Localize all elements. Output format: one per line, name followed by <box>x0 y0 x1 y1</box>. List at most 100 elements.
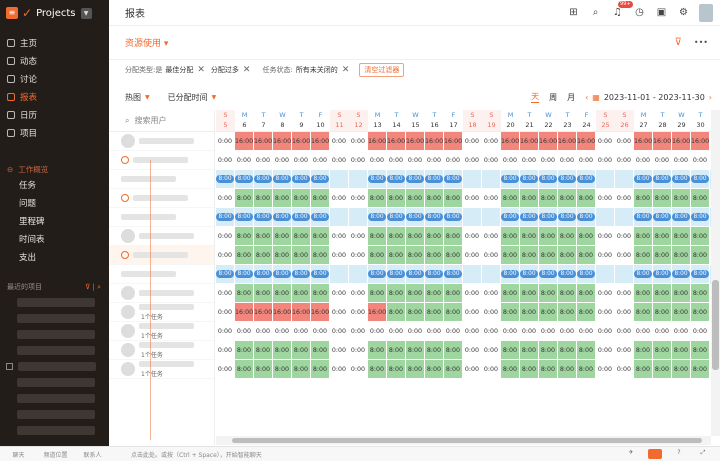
hours-cell[interactable]: 8:00 <box>368 341 387 360</box>
sidebar-item-work[interactable]: 任务 <box>0 176 109 194</box>
hours-cell[interactable]: 0:00 <box>349 151 368 170</box>
hours-cell[interactable]: 8:00 <box>235 284 254 303</box>
hours-cell[interactable]: 16:00 <box>235 132 254 151</box>
hours-cell[interactable]: 16:00 <box>292 132 311 151</box>
expand-icon[interactable] <box>121 251 129 259</box>
hours-cell[interactable]: 8:00 <box>368 284 387 303</box>
hours-cell[interactable]: 0:00 <box>235 322 254 341</box>
hours-cell[interactable]: 8:00 <box>444 227 463 246</box>
hours-cell[interactable]: 8:00 <box>368 189 387 208</box>
hours-cell[interactable]: 8:00 <box>501 208 520 227</box>
hours-cell[interactable]: 16:00 <box>273 303 292 322</box>
hours-cell[interactable]: 8:00 <box>254 284 273 303</box>
close-icon[interactable]: ✕ <box>342 65 350 75</box>
hours-cell[interactable]: 8:00 <box>368 360 387 379</box>
hours-cell[interactable]: 16:00 <box>368 303 387 322</box>
hours-cell[interactable]: 8:00 <box>273 341 292 360</box>
hours-cell[interactable]: 0:00 <box>596 284 615 303</box>
hours-cell[interactable]: 8:00 <box>520 303 539 322</box>
hours-cell[interactable]: 8:00 <box>558 170 577 189</box>
hours-cell[interactable]: 8:00 <box>539 227 558 246</box>
hours-cell[interactable]: 8:00 <box>691 303 710 322</box>
hours-cell[interactable]: 0:00 <box>501 322 520 341</box>
hours-cell[interactable]: 0:00 <box>615 360 634 379</box>
hours-cell[interactable]: 8:00 <box>444 265 463 284</box>
hours-cell[interactable]: 0:00 <box>463 151 482 170</box>
hours-cell[interactable]: 8:00 <box>292 265 311 284</box>
view-month[interactable]: 月 <box>567 92 575 103</box>
hours-cell[interactable]: 16:00 <box>311 303 330 322</box>
hours-cell[interactable]: 8:00 <box>501 170 520 189</box>
hours-cell[interactable]: 8:00 <box>501 303 520 322</box>
hours-cell[interactable]: 0:00 <box>577 151 596 170</box>
hours-cell[interactable]: 0:00 <box>235 151 254 170</box>
hours-cell[interactable]: 8:00 <box>558 284 577 303</box>
hours-cell[interactable]: 8:00 <box>387 170 406 189</box>
hours-cell[interactable]: 0:00 <box>463 360 482 379</box>
hours-cell[interactable]: 0:00 <box>349 303 368 322</box>
hours-cell[interactable]: 8:00 <box>273 189 292 208</box>
hours-cell[interactable]: 8:00 <box>387 246 406 265</box>
sidebar-item-reports[interactable]: 报表 <box>0 88 109 106</box>
hours-cell[interactable]: 8:00 <box>254 265 273 284</box>
hours-cell[interactable]: 8:00 <box>501 227 520 246</box>
hours-cell[interactable]: 0:00 <box>216 132 235 151</box>
hours-cell[interactable]: 8:00 <box>634 341 653 360</box>
sidebar-item-discussion[interactable]: 讨论 <box>0 70 109 88</box>
hours-cell[interactable]: 0:00 <box>273 322 292 341</box>
hours-cell[interactable]: 8:00 <box>577 284 596 303</box>
hours-cell[interactable]: 0:00 <box>463 132 482 151</box>
user-row[interactable] <box>109 246 214 265</box>
hours-cell[interactable]: 8:00 <box>691 246 710 265</box>
hours-cell[interactable]: 8:00 <box>539 341 558 360</box>
hours-cell[interactable]: 0:00 <box>463 227 482 246</box>
hours-cell[interactable]: 8:00 <box>311 265 330 284</box>
hours-cell[interactable]: 8:00 <box>691 284 710 303</box>
hours-cell[interactable]: 8:00 <box>634 284 653 303</box>
hours-cell[interactable]: 8:00 <box>558 189 577 208</box>
hours-cell[interactable]: 8:00 <box>444 208 463 227</box>
hours-cell[interactable]: 8:00 <box>501 265 520 284</box>
hours-cell[interactable]: 0:00 <box>463 246 482 265</box>
hours-cell[interactable]: 8:00 <box>539 189 558 208</box>
hours-cell[interactable]: 16:00 <box>387 132 406 151</box>
hours-cell[interactable]: 0:00 <box>596 303 615 322</box>
hours-cell[interactable]: 8:00 <box>235 208 254 227</box>
hours-cell[interactable]: 8:00 <box>653 246 672 265</box>
hours-cell[interactable]: 8:00 <box>406 341 425 360</box>
hours-cell[interactable]: 0:00 <box>596 132 615 151</box>
hours-cell[interactable]: 0:00 <box>482 132 501 151</box>
hours-cell[interactable]: 0:00 <box>216 322 235 341</box>
hours-cell[interactable]: 8:00 <box>311 189 330 208</box>
hours-cell[interactable]: 0:00 <box>216 246 235 265</box>
user-row[interactable]: 1个任务 <box>109 341 214 360</box>
work-section-title[interactable]: ⊖ 工作概览 <box>0 162 109 176</box>
hours-cell[interactable]: 8:00 <box>558 303 577 322</box>
recent-project-item[interactable] <box>0 326 109 342</box>
hours-cell[interactable]: 16:00 <box>425 132 444 151</box>
hours-cell[interactable]: 0:00 <box>349 246 368 265</box>
hours-cell[interactable]: 0:00 <box>615 132 634 151</box>
hours-cell[interactable]: 8:00 <box>273 360 292 379</box>
hours-cell[interactable]: 8:00 <box>672 284 691 303</box>
add-icon[interactable]: ⊞ <box>567 6 580 19</box>
hours-cell[interactable]: 0:00 <box>349 360 368 379</box>
hours-cell[interactable]: 8:00 <box>520 341 539 360</box>
hours-cell[interactable]: 8:00 <box>406 170 425 189</box>
hours-cell[interactable]: 8:00 <box>273 246 292 265</box>
hours-cell[interactable]: 8:00 <box>216 265 235 284</box>
hours-cell[interactable]: 8:00 <box>311 170 330 189</box>
hours-cell[interactable]: 0:00 <box>691 151 710 170</box>
hours-cell[interactable]: 0:00 <box>330 341 349 360</box>
view-type-select[interactable]: 热图 ▼ <box>125 92 150 103</box>
hours-cell[interactable]: 8:00 <box>406 360 425 379</box>
hours-cell[interactable]: 8:00 <box>311 227 330 246</box>
hours-cell[interactable]: 0:00 <box>349 341 368 360</box>
hours-cell[interactable]: 0:00 <box>596 360 615 379</box>
hours-cell[interactable]: 0:00 <box>387 322 406 341</box>
hours-cell[interactable]: 0:00 <box>482 246 501 265</box>
hours-cell[interactable]: 8:00 <box>520 170 539 189</box>
user-row[interactable] <box>109 227 214 246</box>
more-icon[interactable]: ••• <box>694 38 708 47</box>
bell-icon[interactable]: ♫ 99+ <box>611 1 633 19</box>
